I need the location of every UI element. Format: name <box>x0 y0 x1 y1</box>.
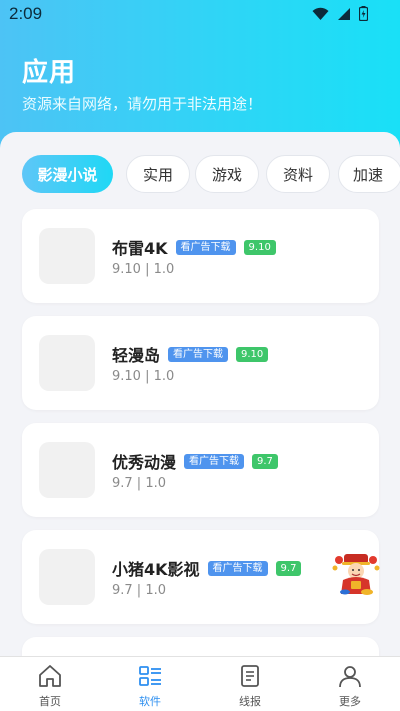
category-tab-0[interactable]: 影漫小说 <box>22 155 113 193</box>
bottom-tab-bar: 首页 软件 线报 更多 <box>0 656 400 711</box>
score-badge: 9.7 <box>252 453 278 469</box>
ad-download-tag: 看广告下载 <box>168 346 229 362</box>
app-name: 布雷4K <box>112 239 168 258</box>
floating-mascot-icon[interactable] <box>331 548 381 598</box>
category-tab-4[interactable]: 加速 <box>338 155 400 193</box>
score-badge: 9.10 <box>236 346 269 362</box>
app-name: 优秀动漫 <box>112 453 177 472</box>
app-meta: 9.10 | 1.0 <box>112 262 175 277</box>
tab-news[interactable]: 线报 <box>200 657 300 711</box>
wifi-icon <box>312 7 329 21</box>
app-card[interactable]: 轻漫岛 看广告下载 9.10 9.10 | 1.0 <box>22 316 379 410</box>
category-tab-1[interactable]: 实用 <box>126 155 190 193</box>
signal-icon <box>337 7 351 21</box>
app-meta: 9.10 | 1.0 <box>112 369 175 384</box>
app-card[interactable]: 布雷4K 看广告下载 9.10 9.10 | 1.0 <box>22 209 379 303</box>
app-name: 轻漫岛 <box>112 346 161 365</box>
app-name: 小猪4K影视 <box>112 560 200 579</box>
app-icon <box>39 442 95 498</box>
category-tab-3[interactable]: 资料 <box>266 155 330 193</box>
app-meta: 9.7 | 1.0 <box>112 476 166 491</box>
app-icon <box>39 549 95 605</box>
ad-download-tag: 看广告下载 <box>207 560 268 576</box>
score-badge: 9.7 <box>275 560 302 576</box>
app-card[interactable]: 小猪4K影视 看广告下载 9.7 9.7 | 1.0 <box>22 530 379 624</box>
status-time: 2:09 <box>9 4 43 23</box>
app-icon <box>39 335 95 391</box>
page-title: 应用 <box>22 58 77 88</box>
ad-download-tag: 看广告下载 <box>175 239 236 255</box>
tab-more[interactable]: 更多 <box>300 657 400 711</box>
score-badge: 9.10 <box>243 239 276 255</box>
category-tab-2[interactable]: 游戏 <box>195 155 259 193</box>
app-meta: 9.7 | 1.0 <box>112 583 166 598</box>
tab-home[interactable]: 首页 <box>0 657 100 711</box>
category-tabs: 影漫小说 实用 游戏 资料 加速 <box>22 155 400 195</box>
tab-software[interactable]: 软件 <box>100 657 200 711</box>
app-icon <box>39 228 95 284</box>
app-card[interactable]: 优秀动漫 看广告下载 9.7 9.7 | 1.0 <box>22 423 379 517</box>
battery-icon <box>359 6 368 21</box>
ad-download-tag: 看广告下载 <box>184 453 245 469</box>
status-bar: 2:09 <box>0 0 400 28</box>
page-subtitle: 资源来自网络，请勿用于非法用途！ <box>22 95 263 113</box>
